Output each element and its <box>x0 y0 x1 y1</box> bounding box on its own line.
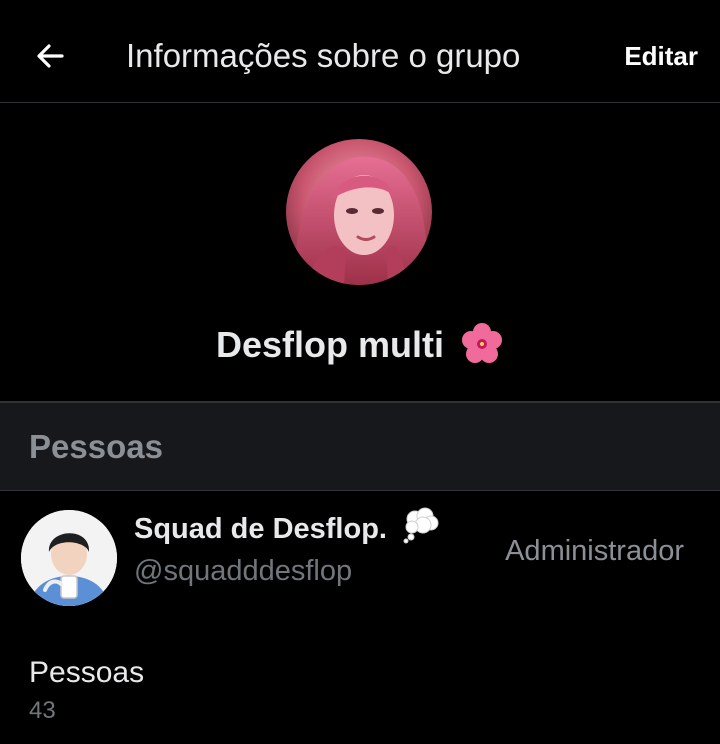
member-name-row: Squad de Desflop. <box>134 507 441 549</box>
group-name-row: Desflop multi <box>0 317 720 373</box>
people-count-label: Pessoas <box>29 656 145 689</box>
page-title: Informações sobre o grupo <box>126 37 521 74</box>
people-section-header: Pessoas <box>0 401 720 491</box>
group-header: Desflop multi <box>0 103 720 401</box>
top-app-bar: Informações sobre o grupo Editar <box>0 0 720 103</box>
thought-bubble-icon <box>403 507 439 544</box>
people-count[interactable]: Pessoas 43 <box>29 652 144 728</box>
edit-button[interactable]: Editar <box>624 36 698 76</box>
back-button[interactable] <box>28 34 72 78</box>
member-handle: @squadddesflop <box>134 555 353 587</box>
arrow-left-icon <box>37 44 64 68</box>
hibiscus-icon <box>462 323 503 364</box>
member-name: Squad de Desflop. <box>134 513 387 545</box>
group-avatar[interactable] <box>286 139 432 285</box>
member-avatar-image <box>21 510 117 606</box>
group-name: Desflop multi <box>215 324 444 365</box>
people-count-value: 43 <box>29 697 56 724</box>
member-role-badge: Administrador <box>505 535 684 567</box>
member-avatar[interactable] <box>21 510 117 606</box>
member-row[interactable]: Squad de Desflop. @squadddesflop Adminis… <box>0 491 720 621</box>
section-title: Pessoas <box>29 428 163 465</box>
group-avatar-image <box>286 139 432 285</box>
